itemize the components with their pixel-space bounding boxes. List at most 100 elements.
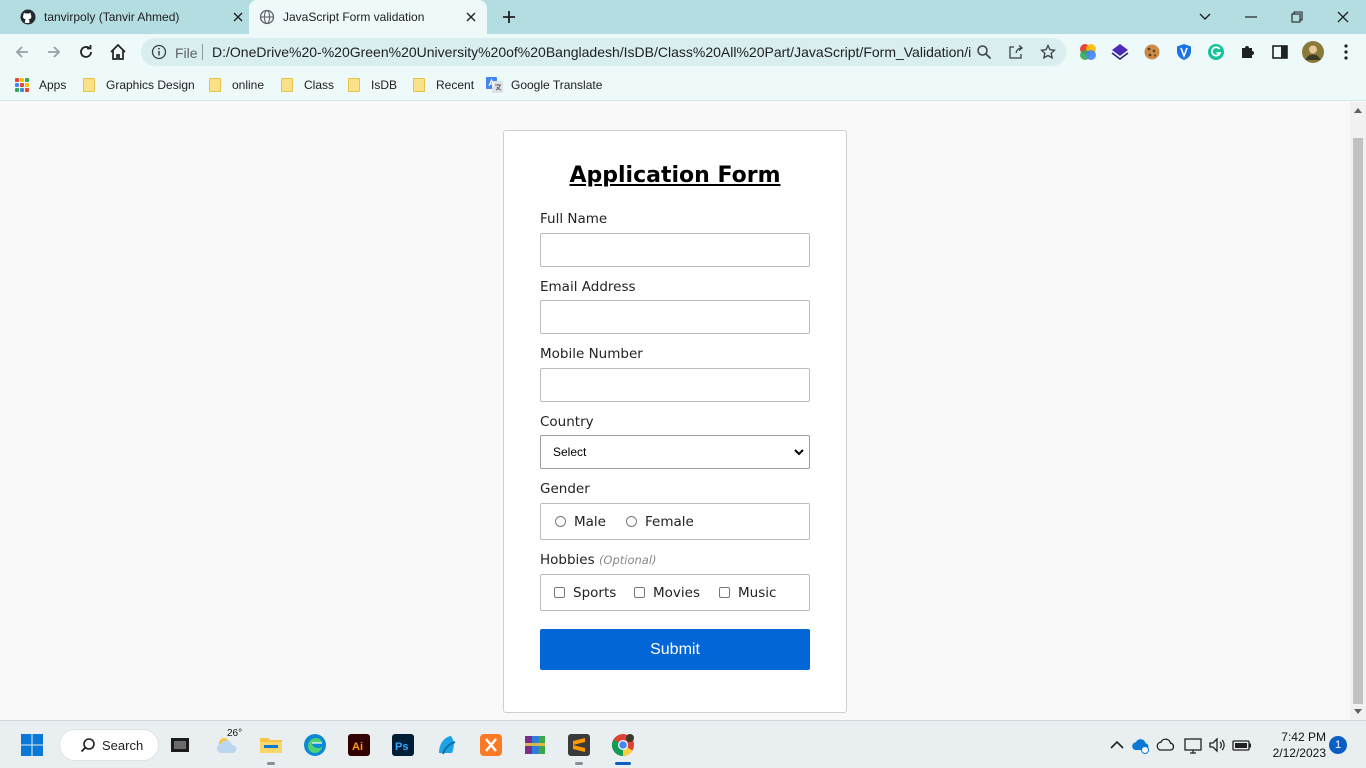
svg-text:Ai: Ai bbox=[352, 741, 363, 753]
restore-button[interactable] bbox=[1274, 0, 1320, 34]
hobby-option-sports[interactable]: Sports bbox=[554, 575, 616, 610]
layers-extension-icon[interactable] bbox=[1111, 43, 1129, 61]
onedrive-sync-icon[interactable] bbox=[1131, 733, 1151, 757]
chevron-down-icon bbox=[1199, 13, 1211, 20]
scroll-down-arrow[interactable] bbox=[1354, 709, 1362, 714]
back-button[interactable] bbox=[10, 40, 34, 64]
folder-icon bbox=[281, 78, 293, 92]
new-tab-button[interactable] bbox=[499, 8, 519, 26]
sublime-text-icon[interactable] bbox=[567, 733, 591, 757]
winrar-icon[interactable] bbox=[523, 733, 547, 757]
folder-icon bbox=[83, 78, 95, 92]
zoom-icon[interactable] bbox=[976, 44, 992, 60]
bookmark-isdb[interactable]: IsDB bbox=[348, 76, 397, 94]
google-translate-icon bbox=[486, 77, 503, 93]
gender-option-male[interactable]: Male bbox=[555, 504, 606, 539]
hobby-option-movies[interactable]: Movies bbox=[634, 575, 700, 610]
edge-icon[interactable] bbox=[303, 733, 327, 757]
scroll-up-arrow[interactable] bbox=[1354, 108, 1362, 113]
home-icon bbox=[110, 43, 126, 60]
full-name-input[interactable] bbox=[540, 233, 810, 267]
gender-label: Gender bbox=[540, 481, 590, 497]
application-form-card: Application Form Full Name Email Address… bbox=[503, 130, 847, 713]
search-icon bbox=[80, 738, 95, 753]
bookmark-online[interactable]: online bbox=[209, 76, 264, 94]
radio-button[interactable] bbox=[626, 516, 637, 527]
gender-group: Male Female bbox=[540, 503, 810, 540]
submit-button[interactable]: Submit bbox=[540, 629, 810, 670]
checkbox[interactable] bbox=[719, 587, 730, 598]
bookmarks-bar: Apps Graphics Design online Class IsDB R… bbox=[0, 70, 1366, 101]
folder-icon bbox=[209, 78, 221, 92]
chevron-up-icon[interactable] bbox=[1109, 733, 1125, 757]
mobile-label: Mobile Number bbox=[540, 346, 643, 362]
checkbox[interactable] bbox=[554, 587, 565, 598]
bookmark-star-icon[interactable] bbox=[1040, 44, 1056, 60]
scheme-label: File bbox=[175, 45, 198, 61]
share-icon[interactable] bbox=[1008, 44, 1024, 60]
task-view-icon[interactable] bbox=[168, 733, 192, 757]
checkbox[interactable] bbox=[634, 587, 645, 598]
cookie-icon[interactable] bbox=[1143, 43, 1161, 61]
bookmark-google-translate[interactable]: Google Translate bbox=[486, 76, 602, 94]
bookmark-apps[interactable]: Apps bbox=[15, 76, 66, 94]
bookmark-label: IsDB bbox=[371, 78, 398, 92]
bookmark-recent[interactable]: Recent bbox=[413, 76, 474, 94]
scrollbar-thumb[interactable] bbox=[1353, 138, 1363, 704]
app-icon-blue[interactable] bbox=[435, 733, 459, 757]
country-select[interactable]: Select bbox=[540, 435, 810, 469]
bookmark-label: Graphics Design bbox=[106, 78, 195, 92]
taskbar-search[interactable]: Search bbox=[59, 729, 159, 761]
full-name-label: Full Name bbox=[540, 211, 608, 227]
profile-avatar[interactable] bbox=[1302, 41, 1324, 63]
bookmark-class[interactable]: Class bbox=[281, 76, 334, 94]
system-clock[interactable]: 7:42 PM 2/12/2023 bbox=[1256, 729, 1326, 761]
bookmark-graphics-design[interactable]: Graphics Design bbox=[83, 76, 195, 94]
vertical-scrollbar[interactable] bbox=[1350, 102, 1366, 720]
running-indicator bbox=[267, 762, 275, 765]
windows-start-icon[interactable] bbox=[20, 733, 44, 757]
volume-icon[interactable] bbox=[1207, 733, 1227, 757]
file-explorer-icon[interactable] bbox=[259, 733, 283, 757]
side-panel-icon[interactable] bbox=[1271, 43, 1289, 61]
tab-form-validation[interactable]: JavaScript Form validation bbox=[249, 0, 487, 34]
bookmark-label: Apps bbox=[39, 78, 67, 92]
hobby-option-music[interactable]: Music bbox=[719, 575, 776, 610]
shield-icon[interactable] bbox=[1175, 43, 1193, 61]
tab-github[interactable]: tanvirpoly (Tanvir Ahmed) bbox=[12, 0, 248, 34]
email-input[interactable] bbox=[540, 300, 810, 334]
tab-title: tanvirpoly (Tanvir Ahmed) bbox=[44, 10, 180, 24]
grammarly-icon[interactable] bbox=[1207, 43, 1225, 61]
minimize-icon bbox=[1245, 16, 1257, 18]
reload-icon bbox=[80, 45, 92, 58]
display-icon[interactable] bbox=[1183, 733, 1203, 757]
tab-strip: tanvirpoly (Tanvir Ahmed) JavaScript For… bbox=[0, 0, 1366, 34]
mobile-input[interactable] bbox=[540, 368, 810, 402]
photoshop-icon[interactable]: Ps bbox=[391, 733, 415, 757]
menu-button[interactable] bbox=[1334, 40, 1358, 64]
close-tab-icon[interactable] bbox=[230, 9, 246, 25]
tab-search-button[interactable] bbox=[1182, 0, 1228, 34]
reload-button[interactable] bbox=[74, 40, 98, 64]
globe-icon bbox=[259, 9, 275, 25]
gender-option-female[interactable]: Female bbox=[626, 504, 694, 539]
onedrive-cloud-icon[interactable] bbox=[1156, 733, 1176, 757]
browser-toolbar: File D:/OneDrive%20-%20Green%20Universit… bbox=[0, 34, 1366, 70]
url-text[interactable]: D:/OneDrive%20-%20Green%20University%20o… bbox=[212, 44, 972, 60]
radio-button[interactable] bbox=[555, 516, 566, 527]
close-window-button[interactable] bbox=[1320, 0, 1366, 34]
notification-badge[interactable]: 1 bbox=[1329, 736, 1347, 754]
home-button[interactable] bbox=[106, 40, 130, 64]
color-extension-icon[interactable] bbox=[1079, 43, 1097, 61]
chrome-icon[interactable] bbox=[611, 733, 635, 757]
xampp-icon[interactable] bbox=[479, 733, 503, 757]
address-bar[interactable]: File D:/OneDrive%20-%20Green%20Universit… bbox=[141, 38, 1066, 66]
country-label: Country bbox=[540, 414, 594, 430]
battery-icon[interactable] bbox=[1231, 733, 1253, 757]
illustrator-icon[interactable]: Ai bbox=[347, 733, 371, 757]
forward-button[interactable] bbox=[42, 40, 66, 64]
info-icon[interactable] bbox=[151, 44, 167, 60]
minimize-button[interactable] bbox=[1228, 0, 1274, 34]
close-tab-icon[interactable] bbox=[463, 9, 479, 25]
extensions-puzzle-icon[interactable] bbox=[1239, 43, 1257, 61]
